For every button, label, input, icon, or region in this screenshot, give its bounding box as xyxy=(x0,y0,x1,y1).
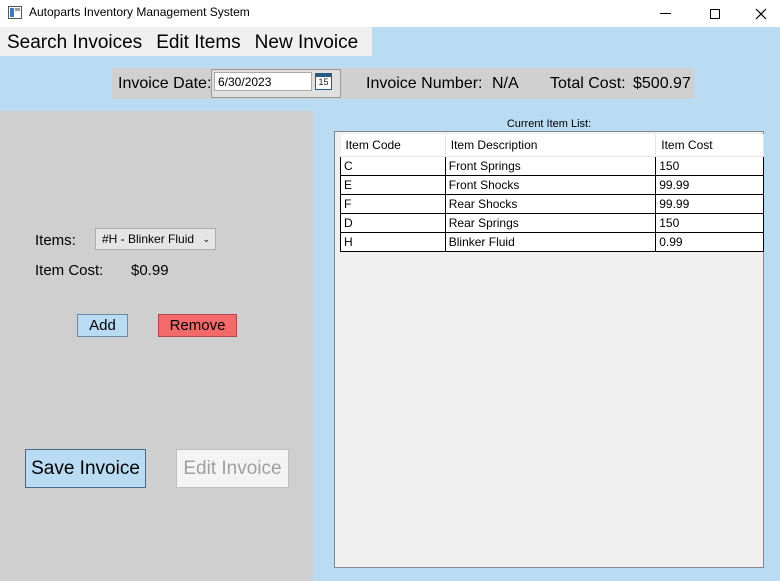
window-title: Autoparts Inventory Management System xyxy=(29,5,250,19)
cell-item-code: F xyxy=(340,193,446,214)
cell-item-description: Blinker Fluid xyxy=(444,231,657,252)
cell-item-cost: 150 xyxy=(655,155,764,176)
close-button[interactable] xyxy=(738,0,780,27)
items-dropdown-value: #H - Blinker Fluid xyxy=(102,232,195,246)
total-cost-value: $500.97 xyxy=(633,75,691,92)
column-header-item-cost[interactable]: Item Cost xyxy=(655,134,764,157)
add-button[interactable]: Add xyxy=(77,314,128,337)
total-cost-label: Total Cost: xyxy=(550,75,626,92)
title-bar: Autoparts Inventory Management System xyxy=(0,0,780,27)
invoice-header: Invoice Date: 15 Invoice Number: N/A Tot… xyxy=(112,68,694,99)
current-item-list-caption: Current Item List: xyxy=(506,118,592,130)
cell-item-code: E xyxy=(340,174,446,195)
cell-item-description: Front Shocks xyxy=(444,174,657,195)
invoice-number-label: Invoice Number: xyxy=(366,75,483,92)
table-row[interactable]: D Rear Springs 150 xyxy=(340,212,764,233)
invoice-number-value: N/A xyxy=(492,75,519,92)
edit-invoice-button[interactable]: Edit Invoice xyxy=(176,449,289,488)
item-cost-label: Item Cost: xyxy=(35,262,104,279)
invoice-date-picker[interactable]: 15 xyxy=(211,69,341,98)
maximize-icon xyxy=(710,8,720,19)
cell-item-cost: 99.99 xyxy=(655,193,764,214)
menu-edit-items[interactable]: Edit Items xyxy=(149,27,247,56)
calendar-icon[interactable]: 15 xyxy=(315,73,332,90)
close-icon xyxy=(755,8,767,19)
column-header-item-code[interactable]: Item Code xyxy=(340,134,446,157)
table-header-row: Item Code Item Description Item Cost xyxy=(340,134,764,157)
chevron-down-icon: ⌄ xyxy=(202,234,210,244)
table-row[interactable]: E Front Shocks 99.99 xyxy=(340,174,764,195)
cell-item-cost: 99.99 xyxy=(655,174,764,195)
table-row[interactable]: C Front Springs 150 xyxy=(340,155,764,176)
save-invoice-button[interactable]: Save Invoice xyxy=(25,449,146,488)
menu-bar: Search Invoices Edit Items New Invoice xyxy=(0,27,372,56)
maximize-button[interactable] xyxy=(692,0,738,27)
cell-item-description: Rear Shocks xyxy=(444,193,657,214)
table-row[interactable]: F Rear Shocks 99.99 xyxy=(340,193,764,214)
item-cost-value: $0.99 xyxy=(131,262,169,279)
cell-item-code: D xyxy=(340,212,446,233)
items-label: Items: xyxy=(35,232,76,249)
minimize-button[interactable] xyxy=(642,0,688,27)
invoice-date-input[interactable] xyxy=(214,72,312,91)
cell-item-code: C xyxy=(340,155,446,176)
cell-item-description: Front Springs xyxy=(444,155,657,176)
menu-search-invoices[interactable]: Search Invoices xyxy=(0,27,149,56)
item-table: Item Code Item Description Item Cost C F… xyxy=(340,134,764,252)
menu-new-invoice[interactable]: New Invoice xyxy=(248,27,366,56)
cell-item-cost: 0.99 xyxy=(655,231,764,252)
remove-button[interactable]: Remove xyxy=(158,314,237,337)
minimize-icon xyxy=(659,13,671,14)
invoice-date-label: Invoice Date: xyxy=(118,75,212,92)
column-header-item-description[interactable]: Item Description xyxy=(445,134,657,157)
items-dropdown[interactable]: #H - Blinker Fluid ⌄ xyxy=(95,228,216,250)
app-icon xyxy=(8,6,22,19)
item-editor-panel: Items: #H - Blinker Fluid ⌄ Item Cost: $… xyxy=(0,111,313,581)
cell-item-description: Rear Springs xyxy=(444,212,657,233)
table-row[interactable]: H Blinker Fluid 0.99 xyxy=(340,231,764,252)
cell-item-code: H xyxy=(340,231,446,252)
cell-item-cost: 150 xyxy=(655,212,764,233)
current-item-grid[interactable]: Item Code Item Description Item Cost C F… xyxy=(334,131,764,568)
